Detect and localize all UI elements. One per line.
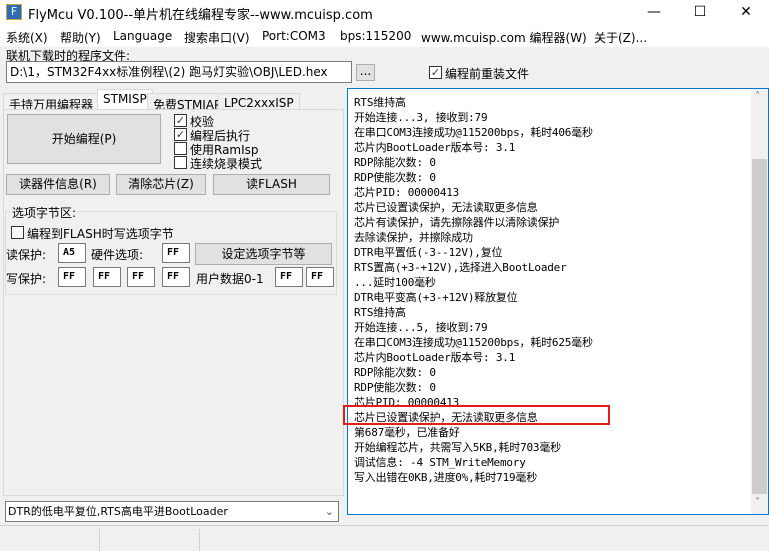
write-protect-label: 写保护: bbox=[6, 272, 47, 286]
menu-language[interactable]: Language bbox=[113, 29, 172, 43]
menu-port[interactable]: Port:COM3 bbox=[262, 29, 326, 43]
app-icon: F bbox=[6, 4, 22, 20]
reset-mode-select[interactable]: DTR的低电平复位,RTS高电平进BootLoader ⌄ bbox=[5, 501, 339, 522]
menu-bps[interactable]: bps:115200 bbox=[340, 29, 411, 43]
tab-stmisp[interactable]: STMISP bbox=[97, 89, 153, 110]
log-line: 开始编程芯片，共需写入5KB,耗时703毫秒 bbox=[354, 441, 561, 454]
write-option-checkbox[interactable] bbox=[11, 226, 24, 239]
run-after-checkbox[interactable]: ✓ bbox=[174, 128, 187, 141]
log-line: 去除读保护，并擦除成功 bbox=[354, 231, 473, 244]
hardware-option-label: 硬件选项: bbox=[91, 248, 144, 262]
user-data-label: 用户数据0-1 bbox=[196, 272, 264, 286]
log-line: 芯片内BootLoader版本号: 3.1 bbox=[354, 351, 516, 364]
reset-mode-value: DTR的低电平复位,RTS高电平进BootLoader bbox=[8, 505, 228, 518]
write-protect-input-3[interactable]: FF bbox=[162, 267, 190, 287]
log-line: 在串口COM3连接成功@115200bps，耗时625毫秒 bbox=[354, 336, 593, 349]
menu-about[interactable]: 关于(Z)... bbox=[594, 29, 647, 46]
write-protect-input-1[interactable]: FF bbox=[93, 267, 121, 287]
erase-chip-button[interactable]: 清除芯片(Z) bbox=[116, 174, 206, 195]
close-button[interactable]: ✕ bbox=[723, 0, 769, 25]
log-line: 芯片PID: 00000413 bbox=[354, 186, 460, 199]
log-line: RDP除能次数: 0 bbox=[354, 156, 436, 169]
ramisp-checkbox[interactable] bbox=[174, 142, 187, 155]
log-line: 芯片内BootLoader版本号: 3.1 bbox=[354, 141, 516, 154]
user-data-input-0[interactable]: FF bbox=[275, 267, 303, 287]
hardware-option-input[interactable]: FF bbox=[162, 243, 190, 263]
log-line: RTS维持高 bbox=[354, 96, 406, 109]
maximize-button[interactable]: ☐ bbox=[677, 0, 723, 25]
option-bytes-title: 选项字节区: bbox=[11, 204, 78, 221]
log-line: 调试信息: -4 STM_WriteMemory bbox=[354, 456, 526, 469]
write-option-label: 编程到FLASH时写选项字节 bbox=[27, 227, 174, 241]
log-output[interactable]: RTS维持高 开始连接...3, 接收到:79 在串口COM3连接成功@115200… bbox=[347, 88, 769, 515]
user-data-input-1[interactable]: FF bbox=[306, 267, 334, 287]
read-info-button[interactable]: 读器件信息(R) bbox=[6, 174, 110, 195]
browse-button[interactable]: ... bbox=[356, 64, 375, 81]
log-line: RDP使能次数: 0 bbox=[354, 171, 436, 184]
window-title: FlyMcu V0.100--单片机在线编程专家--www.mcuisp.com bbox=[28, 8, 373, 23]
continuous-label: 连续烧录模式 bbox=[190, 157, 263, 171]
log-line: 开始连接...5, 接收到:79 bbox=[354, 321, 488, 334]
continuous-checkbox[interactable] bbox=[174, 156, 187, 169]
scroll-down-icon[interactable]: ˅ bbox=[755, 497, 760, 508]
log-scrollbar[interactable]: ˄ ˅ bbox=[751, 89, 768, 514]
log-line: DTR电平置低(-3--12V),复位 bbox=[354, 246, 503, 259]
write-protect-input-0[interactable]: FF bbox=[58, 267, 86, 287]
file-path-input[interactable]: D:\1，STM32F4xx标准例程\(2) 跑马灯实验\OBJ\LED.hex bbox=[6, 61, 352, 83]
reload-file-checkbox[interactable]: ✓ bbox=[429, 66, 442, 79]
log-line: RDP使能次数: 0 bbox=[354, 381, 436, 394]
log-line: DTR电平变高(+3-+12V)释放复位 bbox=[354, 291, 518, 304]
read-flash-button[interactable]: 读FLASH bbox=[213, 174, 330, 195]
status-bar bbox=[0, 525, 769, 551]
log-line: RTS维持高 bbox=[354, 306, 406, 319]
log-line: 写入出错在0KB,进度0%,耗时719毫秒 bbox=[354, 471, 538, 484]
log-line: 第687毫秒，已准备好 bbox=[354, 426, 460, 439]
chevron-down-icon: ⌄ bbox=[324, 505, 334, 518]
set-option-bytes-button[interactable]: 设定选项字节等 bbox=[195, 243, 332, 265]
menu-help[interactable]: 帮助(Y) bbox=[60, 29, 101, 46]
menu-bar: 系统(X) 帮助(Y) Language 搜索串口(V) Port:COM3 b… bbox=[0, 25, 769, 47]
verify-checkbox[interactable]: ✓ bbox=[174, 114, 187, 127]
log-line: ...延时100毫秒 bbox=[354, 276, 436, 289]
read-protect-label: 读保护: bbox=[6, 248, 47, 262]
log-line: 芯片已设置读保护，无法读取更多信息 bbox=[354, 201, 538, 214]
minimize-button[interactable]: — bbox=[631, 0, 677, 25]
log-line: 开始连接...3, 接收到:79 bbox=[354, 111, 488, 124]
menu-system[interactable]: 系统(X) bbox=[6, 29, 48, 46]
log-line: RDP除能次数: 0 bbox=[354, 366, 436, 379]
write-protect-input-2[interactable]: FF bbox=[127, 267, 155, 287]
log-line: RTS置高(+3-+12V),选择进入BootLoader bbox=[354, 261, 567, 274]
reload-file-label: 编程前重装文件 bbox=[445, 67, 530, 81]
title-bar: F FlyMcu V0.100--单片机在线编程专家--www.mcuisp.c… bbox=[0, 0, 769, 25]
scroll-up-icon[interactable]: ˄ bbox=[755, 91, 760, 102]
start-program-button[interactable]: 开始编程(P) bbox=[7, 114, 161, 164]
scrollbar-thumb[interactable] bbox=[752, 159, 767, 494]
menu-search-port[interactable]: 搜索串口(V) bbox=[184, 29, 250, 46]
highlight-box bbox=[343, 405, 610, 425]
log-line: 在串口COM3连接成功@115200bps，耗时406毫秒 bbox=[354, 126, 593, 139]
menu-programmer[interactable]: www.mcuisp.com 编程器(W) bbox=[421, 29, 587, 46]
read-protect-input[interactable]: A5 bbox=[58, 243, 86, 263]
log-line: 芯片有读保护，请先擦除器件以清除读保护 bbox=[354, 216, 560, 229]
